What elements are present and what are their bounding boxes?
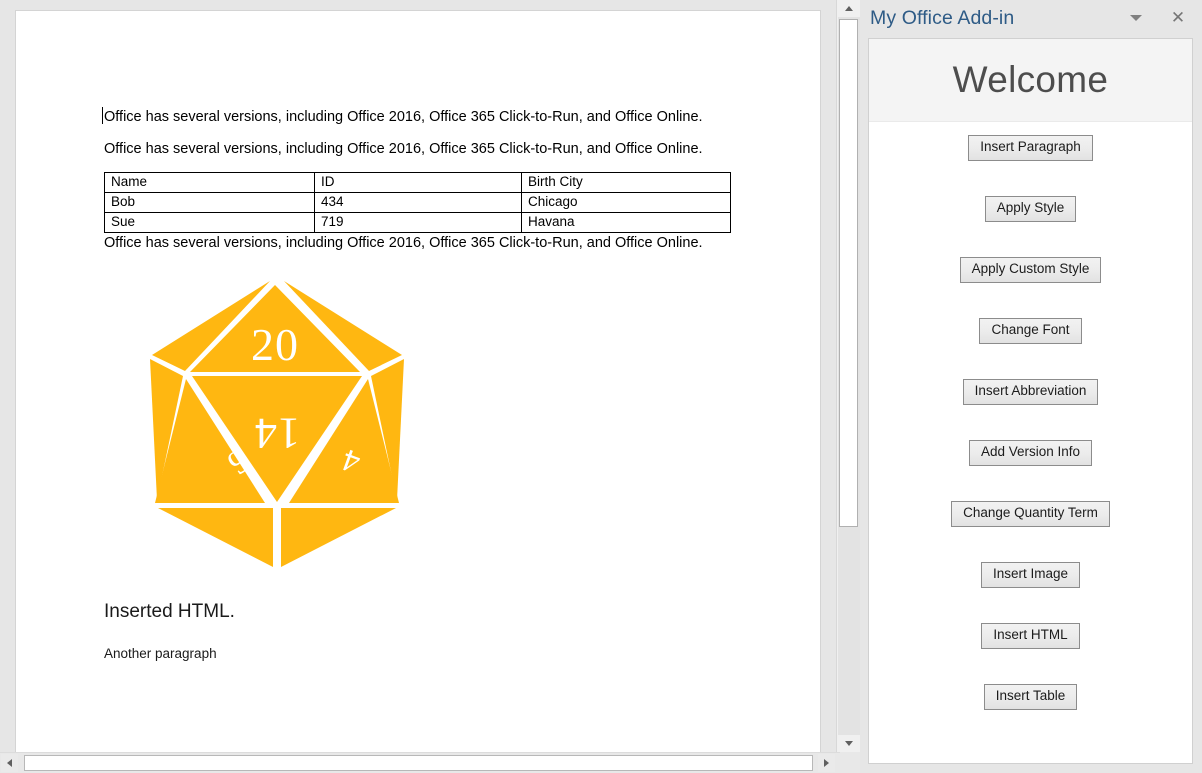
document-table: Name ID Birth City Bob 434 Chicago Sue 7…: [104, 172, 731, 234]
triangle-left-icon: [7, 759, 12, 767]
change-font-button[interactable]: Change Font: [979, 318, 1082, 344]
inserted-html-heading: Inserted HTML.: [104, 601, 235, 623]
insert-html-button[interactable]: Insert HTML: [981, 623, 1080, 649]
app-window: Office has several versions, including O…: [0, 0, 1202, 773]
document-area: Office has several versions, including O…: [0, 0, 838, 752]
triangle-up-icon: [845, 6, 853, 11]
button-row: Insert Image: [869, 562, 1192, 623]
document-page[interactable]: Office has several versions, including O…: [15, 10, 821, 752]
welcome-title: Welcome: [952, 59, 1109, 100]
action-button-list: Insert Paragraph Apply Style Apply Custo…: [869, 122, 1192, 745]
button-row: Apply Custom Style: [869, 257, 1192, 318]
document-paragraph-1: Office has several versions, including O…: [102, 107, 732, 127]
table-header-cell: ID: [314, 172, 522, 194]
button-row: Change Font: [869, 318, 1192, 379]
triangle-right-icon: [824, 759, 829, 767]
document-body: Office has several versions, including O…: [102, 107, 732, 662]
scroll-left-button[interactable]: [1, 754, 18, 772]
svg-text:20: 20: [251, 319, 299, 370]
task-pane-body: Welcome Insert Paragraph Apply Style App…: [868, 38, 1193, 764]
apply-custom-style-button[interactable]: Apply Custom Style: [959, 257, 1102, 283]
scroll-down-button[interactable]: [838, 735, 860, 752]
button-row: Insert Table: [869, 684, 1192, 745]
table-row: Bob 434 Chicago: [104, 192, 731, 214]
scroll-up-button[interactable]: [838, 0, 860, 17]
svg-text:14: 14: [254, 409, 300, 458]
table-cell: Chicago: [521, 192, 731, 214]
table-header-row: Name ID Birth City: [104, 172, 731, 194]
task-pane: My Office Add-in ✕ Welcome Insert Paragr…: [860, 0, 1202, 773]
text-caret: [102, 107, 103, 124]
chevron-down-icon[interactable]: [1130, 15, 1142, 21]
table-header-cell: Birth City: [521, 172, 731, 194]
table-cell: Bob: [104, 192, 315, 214]
paragraph-1-text: Office has several versions, including O…: [104, 109, 703, 125]
insert-table-button[interactable]: Insert Table: [983, 684, 1078, 710]
insert-abbreviation-button[interactable]: Insert Abbreviation: [962, 379, 1099, 405]
change-quantity-term-button[interactable]: Change Quantity Term: [951, 501, 1110, 527]
table-cell: Sue: [104, 212, 315, 234]
d20-die-image: 20 14 6 4: [142, 275, 412, 575]
welcome-header: Welcome: [869, 39, 1192, 122]
button-row: Change Quantity Term: [869, 501, 1192, 562]
table-cell: 719: [314, 212, 522, 234]
add-version-info-button[interactable]: Add Version Info: [968, 440, 1093, 466]
document-paragraph-3: Office has several versions, including O…: [104, 235, 703, 252]
scroll-right-button[interactable]: [818, 754, 835, 772]
button-row: Add Version Info: [869, 440, 1192, 501]
horizontal-scrollbar[interactable]: [0, 752, 860, 773]
table-header-cell: Name: [104, 172, 315, 194]
table-cell: Havana: [521, 212, 731, 234]
close-icon[interactable]: ✕: [1168, 8, 1188, 28]
vertical-scrollbar[interactable]: [836, 0, 860, 752]
document-paragraph-2: Office has several versions, including O…: [104, 140, 703, 157]
button-row: Apply Style: [869, 196, 1192, 257]
inserted-html-paragraph: Another paragraph: [104, 645, 217, 661]
insert-paragraph-button[interactable]: Insert Paragraph: [968, 135, 1093, 161]
apply-style-button[interactable]: Apply Style: [984, 196, 1077, 222]
table-row: Sue 719 Havana: [104, 212, 731, 234]
vertical-scrollbar-thumb[interactable]: [839, 19, 858, 527]
task-pane-header: My Office Add-in ✕: [860, 0, 1202, 38]
table-cell: 434: [314, 192, 522, 214]
task-pane-title: My Office Add-in: [870, 7, 1015, 29]
scrollbar-corner: [840, 752, 860, 773]
button-row: Insert HTML: [869, 623, 1192, 684]
insert-image-button[interactable]: Insert Image: [980, 562, 1081, 588]
button-row: Insert Abbreviation: [869, 379, 1192, 440]
triangle-down-icon: [845, 741, 853, 746]
horizontal-scrollbar-thumb[interactable]: [24, 755, 813, 771]
button-row: Insert Paragraph: [869, 135, 1192, 196]
